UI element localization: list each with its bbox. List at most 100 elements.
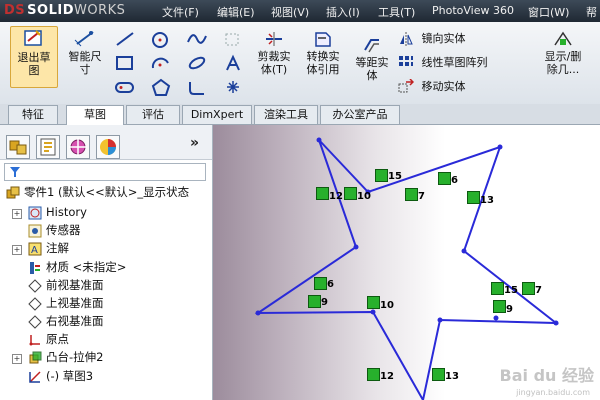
tree-item-sensors[interactable]: 传感器 — [28, 221, 81, 239]
smart-dimension-icon — [74, 31, 94, 47]
relation-label: 15 — [504, 285, 518, 296]
tree-filter-input[interactable] — [4, 163, 206, 181]
tab-evaluate[interactable]: 评估 — [126, 105, 180, 124]
part-name: 零件1 (默认<<默认>_显示状态 — [24, 185, 190, 199]
expand-annotations[interactable]: + — [12, 245, 22, 255]
baidu-watermark-url: jingyan.baidu.com — [516, 388, 590, 397]
tab-sketch[interactable]: 草图 — [66, 105, 124, 125]
relation-equal-icon[interactable] — [467, 191, 480, 204]
display-delete-relations-button[interactable]: 显示/删 除几... — [538, 30, 588, 86]
tree-item-history[interactable]: History — [28, 203, 87, 221]
menu-insert[interactable]: 插入(I) — [326, 4, 360, 20]
relation-equal-icon[interactable] — [438, 172, 451, 185]
appearance-pie-icon — [100, 139, 116, 155]
material-label: 材质 <未指定> — [46, 260, 127, 274]
point-star-icon[interactable] — [222, 78, 244, 96]
tab-dimxpert[interactable]: DimXpert — [182, 105, 252, 124]
tab-office-products[interactable]: 办公室产品 — [320, 105, 400, 124]
relation-equal-icon[interactable] — [316, 187, 329, 200]
relation-label: 15 — [388, 171, 402, 182]
menu-photoview[interactable]: PhotoView 360 — [432, 4, 514, 17]
tree-item-sketch3[interactable]: (-) 草图3 — [28, 367, 93, 385]
property-manager-tab[interactable] — [36, 135, 60, 159]
solidworks-logo[interactable]: DS SOLIDWORKS — [4, 3, 125, 18]
relation-label: 6 — [327, 279, 334, 290]
linear-pattern-button[interactable]: 线性草图阵列 — [398, 54, 488, 71]
command-manager-tabs: 特征 草图 评估 DimXpert 渲染工具 办公室产品 — [0, 104, 600, 125]
feature-tree-icon — [9, 140, 27, 155]
smart-dimension-button[interactable]: 智能尺 寸 — [62, 28, 108, 86]
relation-equal-icon[interactable] — [491, 282, 504, 295]
convert-entities-icon — [315, 32, 331, 47]
trim-entities-button[interactable]: 剪裁实 体(T) — [252, 30, 296, 86]
relation-equal-icon[interactable] — [432, 368, 445, 381]
relation-equal-icon[interactable] — [367, 368, 380, 381]
slot-tool-icon[interactable] — [114, 78, 136, 96]
move-entities-button[interactable]: 移动实体 — [398, 78, 466, 95]
text-tool-icon[interactable] — [222, 54, 244, 72]
fillet-tool-icon[interactable] — [186, 78, 208, 96]
history-label: History — [46, 205, 87, 219]
relation-equal-icon[interactable] — [344, 187, 357, 200]
relation-equal-icon[interactable] — [493, 300, 506, 313]
crosshair-config-icon — [69, 138, 87, 156]
title-bar: DS SOLIDWORKS 文件(F) 编辑(E) 视图(V) 插入(I) 工具(… — [0, 0, 600, 22]
relation-equal-icon[interactable] — [308, 295, 321, 308]
offset-entities-icon — [364, 39, 379, 53]
tree-item-annotations[interactable]: A 注解 — [28, 239, 69, 257]
ellipse-tool-icon[interactable] — [186, 54, 208, 72]
feature-tree-tab[interactable] — [6, 135, 30, 159]
front-plane-label: 前视基准面 — [46, 278, 104, 292]
star-sketch[interactable] — [213, 125, 600, 400]
mirror-entities-button[interactable]: 镜向实体 — [398, 30, 466, 47]
linear-pattern-icon — [399, 56, 413, 66]
trim-icon — [266, 32, 282, 46]
tree-item-top-plane[interactable]: 上视基准面 — [28, 294, 104, 312]
plane-icon — [28, 278, 42, 293]
convert-label-1: 转换实 — [306, 50, 340, 63]
exit-sketch-button[interactable]: 退出草 图 — [10, 26, 58, 88]
menu-file[interactable]: 文件(F) — [162, 4, 199, 20]
star-sketch-outline[interactable] — [254, 139, 559, 400]
rectangle-tool-icon[interactable] — [114, 54, 136, 72]
spline-tool-icon[interactable] — [186, 30, 208, 48]
offset-entities-button[interactable]: 等距实 体 — [350, 36, 394, 86]
tab-features[interactable]: 特征 — [8, 105, 58, 124]
mirror-label: 镜向实体 — [421, 32, 466, 45]
menu-help[interactable]: 帮 — [586, 4, 597, 20]
configuration-manager-tab[interactable] — [66, 135, 90, 159]
tree-item-material[interactable]: 材质 <未指定> — [28, 258, 126, 276]
menu-edit[interactable]: 编辑(E) — [217, 4, 255, 20]
tree-root-part[interactable]: 零件1 (默认<<默认>_显示状态 — [6, 183, 189, 201]
expand-panel-arrow-icon[interactable]: » — [190, 135, 199, 151]
relation-equal-icon[interactable] — [375, 169, 388, 182]
relation-equal-icon[interactable] — [314, 277, 327, 290]
expand-history[interactable]: + — [12, 209, 22, 219]
relation-equal-icon[interactable] — [367, 296, 380, 309]
menu-view[interactable]: 视图(V) — [271, 4, 309, 20]
tree-item-boss-extrude2[interactable]: 凸台-拉伸2 — [28, 348, 103, 366]
menu-window[interactable]: 窗口(W) — [528, 4, 569, 20]
tree-item-origin[interactable]: 原点 — [28, 330, 69, 348]
menu-tools[interactable]: 工具(T) — [378, 4, 415, 20]
tree-item-front-plane[interactable]: 前视基准面 — [28, 276, 104, 294]
relation-label: 10 — [380, 300, 394, 311]
expand-boss-extrude[interactable]: + — [12, 354, 22, 364]
display-manager-tab[interactable] — [96, 135, 120, 159]
logo-works: WORKS — [73, 3, 126, 18]
point-tool-icon[interactable] — [222, 30, 244, 48]
relation-equal-icon[interactable] — [522, 282, 535, 295]
arc-tool-icon[interactable] — [150, 54, 172, 72]
relation-equal-icon[interactable] — [405, 188, 418, 201]
baidu-watermark: Bai du 经验 — [499, 366, 594, 385]
property-manager-icon — [40, 138, 56, 156]
exit-sketch-label-2: 图 — [28, 64, 40, 77]
tab-render-tools[interactable]: 渲染工具 — [254, 105, 318, 124]
line-tool-icon[interactable] — [114, 30, 136, 48]
circle-tool-icon[interactable] — [150, 30, 172, 48]
graphics-area[interactable]: 15 6 12 10 7 13 6 9 10 15 7 9 12 13 Bai … — [213, 125, 600, 400]
convert-entities-button[interactable]: 转换实 体引用 — [300, 30, 346, 86]
smart-dimension-label-2: 寸 — [79, 63, 91, 76]
tree-item-right-plane[interactable]: 右视基准面 — [28, 312, 104, 330]
polygon-tool-icon[interactable] — [150, 78, 172, 96]
